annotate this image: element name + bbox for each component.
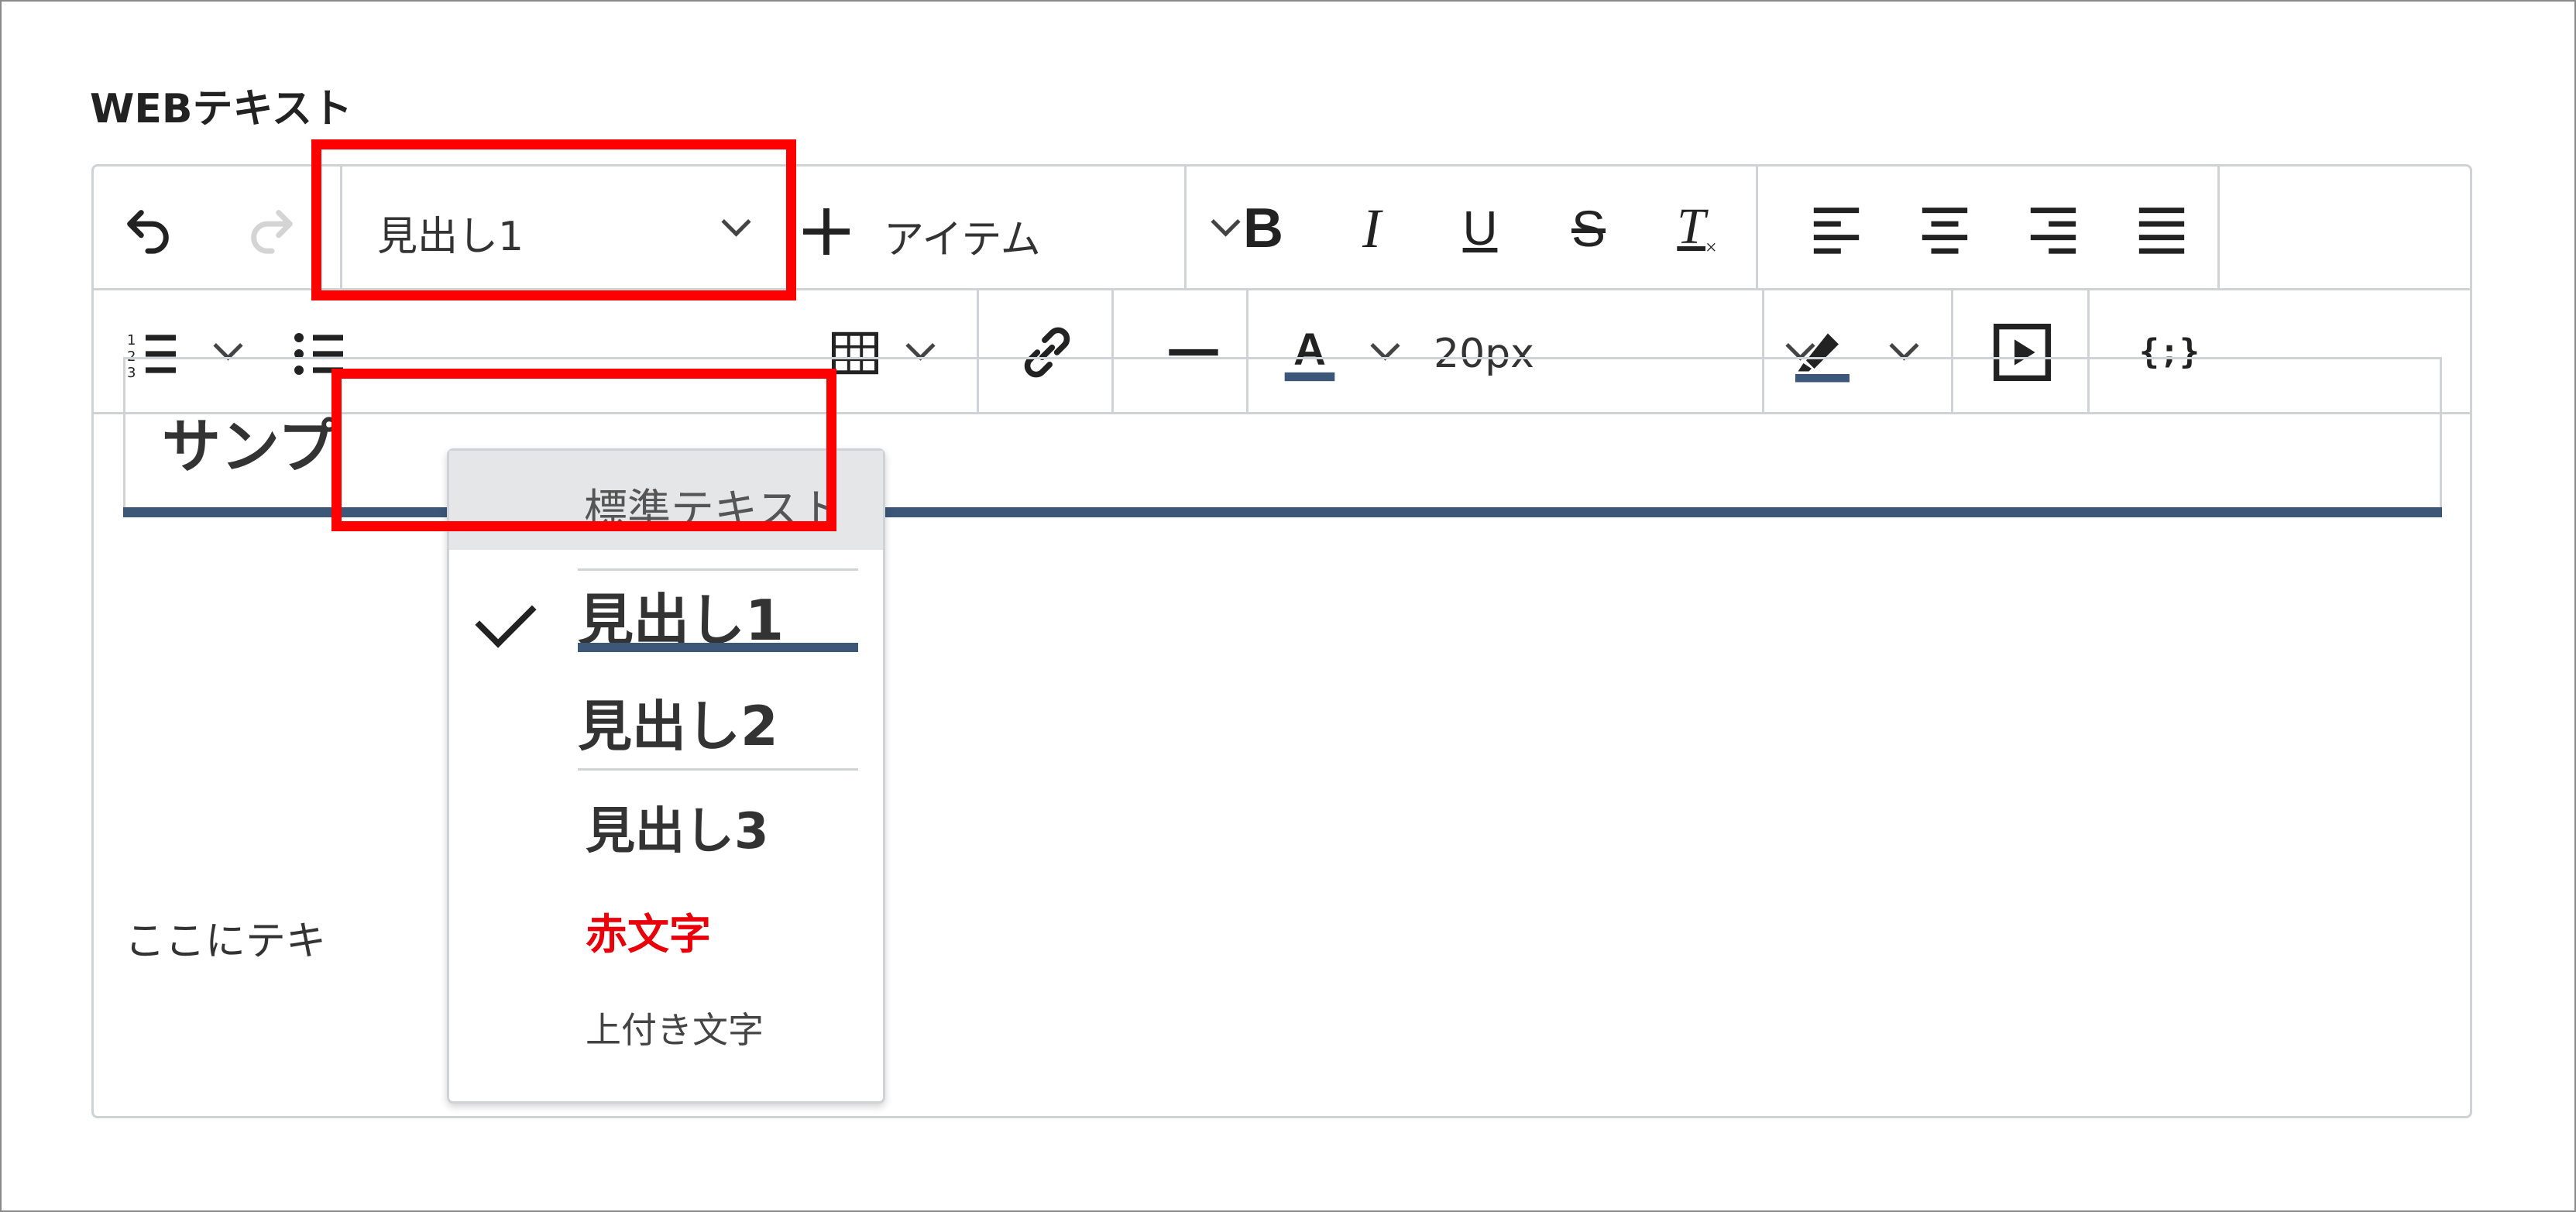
bold-icon: B <box>1243 197 1283 259</box>
toolbar-separator <box>1756 167 1758 288</box>
align-justify-icon <box>2138 208 2185 254</box>
align-center-icon <box>1922 208 1968 254</box>
dropdown-item-label: 赤文字 <box>586 910 711 959</box>
svg-text:1: 1 <box>127 332 136 348</box>
clear-format-icon: T× <box>1677 197 1717 259</box>
underline-button[interactable]: U <box>1441 190 1519 267</box>
clear-format-button[interactable]: T× <box>1658 190 1736 267</box>
chevron-down-icon <box>1889 331 1919 361</box>
heading-text: サンプ <box>162 412 337 481</box>
body-text: ここにテキ <box>125 918 327 965</box>
chevron-down-icon <box>905 331 936 361</box>
insert-item-label: アイテム <box>884 217 1041 263</box>
align-center-button[interactable] <box>1906 190 1984 267</box>
rich-text-editor: 見出し1 アイテム B I U S T× 123 A 20px {;} サンプ … <box>91 164 2472 1118</box>
heading1-underline <box>578 643 858 652</box>
highlight-box-format-select <box>311 139 796 300</box>
undo-button[interactable] <box>117 197 179 259</box>
align-left-icon <box>1813 208 1860 254</box>
align-right-icon <box>2030 208 2076 254</box>
redo-icon <box>251 210 293 254</box>
chevron-down-icon <box>213 331 243 361</box>
toolbar-separator <box>1184 167 1187 288</box>
dropdown-item-superscript[interactable]: 上付き文字 <box>449 1002 883 1080</box>
dropdown-item-red-text[interactable]: 赤文字 <box>449 900 883 977</box>
heading2-underline <box>578 768 858 771</box>
dropdown-item-heading3[interactable]: 見出し3 <box>449 791 883 877</box>
dropdown-item-label: 見出し2 <box>578 695 778 758</box>
align-justify-button[interactable] <box>2123 190 2200 267</box>
plus-icon <box>803 208 850 255</box>
align-left-button[interactable] <box>1798 190 1875 267</box>
section-label: WEBテキスト <box>90 86 352 132</box>
toolbar-separator <box>2217 167 2220 288</box>
redo-button[interactable] <box>241 197 303 259</box>
divider <box>578 568 858 571</box>
dropdown-item-label: 見出し3 <box>586 803 769 860</box>
italic-icon: I <box>1362 197 1381 259</box>
highlight-box-heading1 <box>331 369 836 531</box>
strikethrough-button[interactable]: S <box>1550 190 1627 267</box>
underline-icon: U <box>1462 201 1498 256</box>
strikethrough-icon: S <box>1571 200 1606 257</box>
dropdown-item-label: 上付き文字 <box>586 1009 764 1051</box>
dropdown-item-heading1[interactable]: 見出し1 <box>449 568 883 657</box>
dropdown-item-heading2[interactable]: 見出し2 <box>449 683 883 784</box>
italic-button[interactable]: I <box>1333 190 1410 267</box>
undo-icon <box>127 210 169 254</box>
align-right-button[interactable] <box>2014 190 2092 267</box>
block-format-dropdown: 標準テキスト 見出し1 見出し2 見出し3 赤文字 上付き文字 <box>447 448 885 1104</box>
chevron-down-icon <box>1370 331 1400 361</box>
insert-item-button[interactable]: アイテム <box>791 176 1271 281</box>
bold-button[interactable]: B <box>1224 190 1302 267</box>
